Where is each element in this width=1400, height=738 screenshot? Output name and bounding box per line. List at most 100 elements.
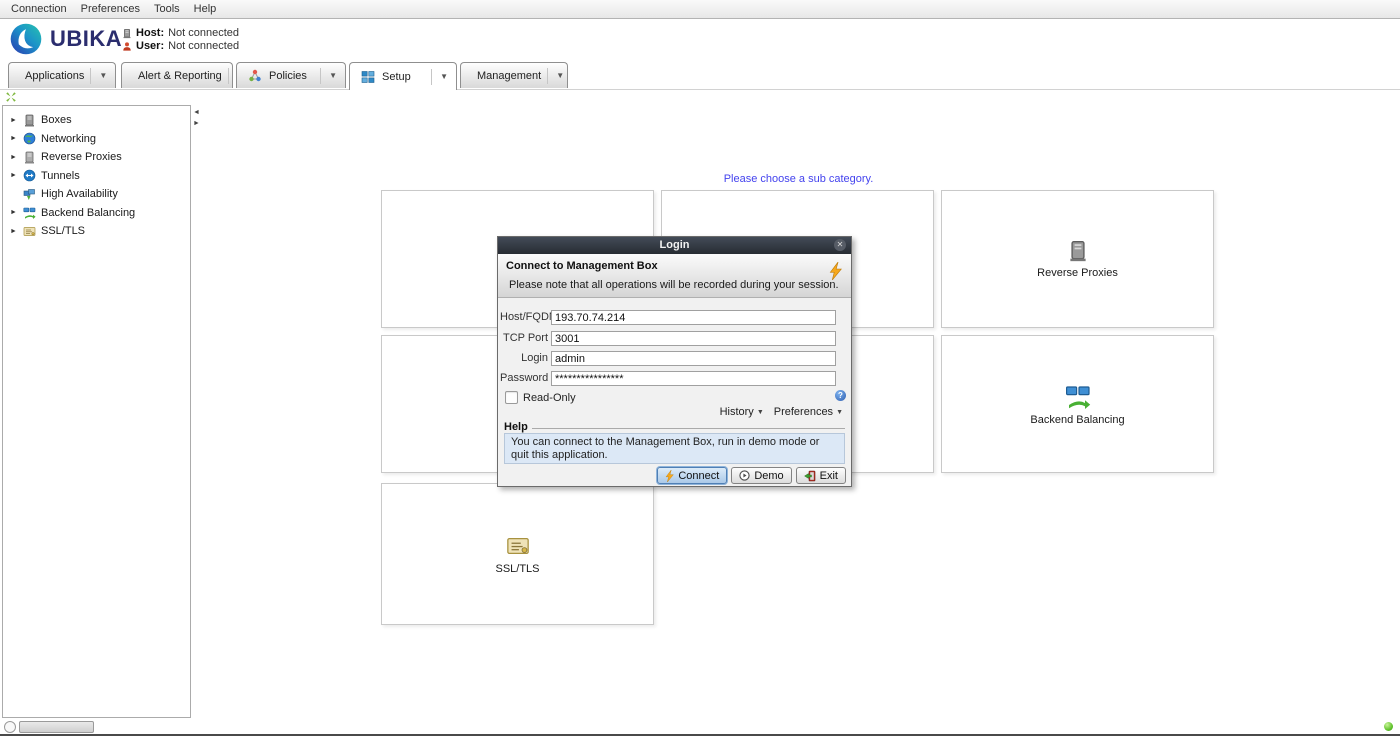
menu-bar: Connection Preferences Tools Help [0,0,1400,19]
exit-button[interactable]: Exit [796,467,846,484]
tab-applications[interactable]: Applications ▼ [8,62,116,88]
play-icon [739,470,750,481]
server-icon [23,114,36,127]
password-label: Password [500,371,548,386]
sidebar-item-backend-balancing[interactable]: ► Backend Balancing [3,204,190,223]
sidebar-splitter[interactable]: ◄ ► [193,107,201,129]
sidebar-item-label: Networking [41,133,96,145]
ubika-logo-icon [8,21,44,57]
host-fqdn-label: Host/FQDN [500,310,548,325]
chevron-down-icon[interactable]: ▼ [90,68,109,84]
dialog-buttons: Connect Demo Exit [657,467,846,484]
dialog-titlebar[interactable]: Login [498,237,851,254]
login-input[interactable] [551,351,836,366]
chevron-down-icon[interactable]: ▼ [547,68,566,84]
application-window: Connection Preferences Tools Help UBIKA … [0,0,1400,738]
card-label: Backend Balancing [1030,414,1124,426]
load-balancing-icon [1065,383,1091,409]
menu-tools[interactable]: Tools [147,3,187,15]
expand-arrow-icon[interactable]: ► [10,209,18,216]
menu-help[interactable]: Help [187,3,224,15]
connect-button[interactable]: Connect [657,467,727,484]
sub-category-prompt: Please choose a sub category. [381,173,1216,185]
tcp-port-row: TCP Port [498,331,851,346]
sidebar-item-networking[interactable]: ► Networking [3,130,190,149]
expand-arrow-icon[interactable]: ► [10,228,18,235]
certificate-icon [23,225,36,238]
splitter-right-arrow-icon[interactable]: ► [193,118,201,129]
expand-arrow-icon[interactable]: ► [10,135,18,142]
sidebar-item-label: Boxes [41,114,72,126]
connection-status: Host: Not connected User: Not connected [122,27,239,53]
setup-icon [360,69,376,85]
expand-arrow-icon[interactable]: ► [10,154,18,161]
password-input[interactable] [551,371,836,386]
sidebar-item-ssl-tls[interactable]: ► SSL/TLS [3,222,190,241]
help-question-icon[interactable]: ? [835,390,846,401]
close-icon[interactable]: ✕ [834,239,846,251]
sidebar-item-reverse-proxies[interactable]: ► Reverse Proxies [3,148,190,167]
horizontal-scrollbar-thumb[interactable] [19,721,94,733]
category-card-backend-balancing[interactable]: Backend Balancing [941,335,1214,473]
chevron-down-icon[interactable]: ▼ [431,69,450,85]
dialog-note: Please note that all operations will be … [509,279,839,291]
sidebar-item-label: High Availability [41,188,118,200]
user-icon [122,41,132,52]
user-status-row: User: Not connected [122,40,239,52]
sidebar-item-high-availability[interactable]: ► High Availability [3,185,190,204]
connect-label: Connect [678,470,719,482]
host-label: Host: [136,27,164,39]
preferences-menu-button[interactable]: Preferences ▼ [774,406,843,418]
sidebar-item-label: Reverse Proxies [41,151,122,163]
statusbar-indicator[interactable] [4,721,16,733]
policies-icon [247,68,263,84]
sidebar-item-label: SSL/TLS [41,225,85,237]
tab-policies[interactable]: Policies ▼ [236,62,346,88]
demo-button[interactable]: Demo [731,467,791,484]
help-text-box: You can connect to the Management Box, r… [504,433,845,464]
tcp-port-input[interactable] [551,331,836,346]
preferences-label: Preferences [774,406,833,418]
dialog-menus: History ▼ Preferences ▼ [720,406,843,418]
category-card-ssl-tls[interactable]: SSL/TLS [381,483,654,625]
menu-preferences[interactable]: Preferences [74,3,147,15]
sidebar-item-boxes[interactable]: ► Boxes [3,111,190,130]
splitter-left-arrow-icon[interactable]: ◄ [193,107,201,118]
history-menu-button[interactable]: History ▼ [720,406,764,418]
expand-arrow-icon[interactable]: ► [10,117,18,124]
expand-arrow-icon[interactable]: ► [10,172,18,179]
menu-connection[interactable]: Connection [4,3,74,15]
brand-name: UBIKA [50,26,122,52]
lightning-icon [665,470,674,482]
read-only-checkbox[interactable] [505,391,518,404]
tab-label: Management [477,70,541,82]
user-value: Not connected [168,40,239,52]
tab-management[interactable]: Management ▼ [460,62,568,88]
help-title: Help [504,421,528,433]
host-status-row: Host: Not connected [122,27,239,39]
connection-green-dot [1384,722,1393,731]
chevron-down-icon[interactable]: ▼ [320,68,339,84]
card-label: SSL/TLS [495,563,539,575]
tab-label: Setup [382,71,411,83]
read-only-label: Read-Only [523,392,576,404]
collapse-all-icon[interactable] [5,91,17,103]
host-server-icon [122,28,132,39]
tab-setup[interactable]: Setup ▼ [349,62,457,90]
brand-logo: UBIKA [8,21,122,57]
exit-icon [804,470,816,482]
load-balancing-icon [23,206,36,219]
host-value: Not connected [168,27,239,39]
host-fqdn-input[interactable] [551,310,836,325]
login-row: Login [498,351,851,366]
exit-label: Exit [820,470,838,482]
password-row: Password [498,371,851,386]
chevron-down-icon: ▼ [757,409,764,416]
help-section-legend: Help [504,421,845,433]
tab-alert-reporting[interactable]: Alert & Reporting ▼ [121,62,233,88]
certificate-icon [506,534,530,558]
category-card-reverse-proxies[interactable]: Reverse Proxies [941,190,1214,328]
sidebar-item-tunnels[interactable]: ► Tunnels [3,167,190,186]
tab-label: Policies [269,70,307,82]
tabbar-baseline [0,89,1400,90]
